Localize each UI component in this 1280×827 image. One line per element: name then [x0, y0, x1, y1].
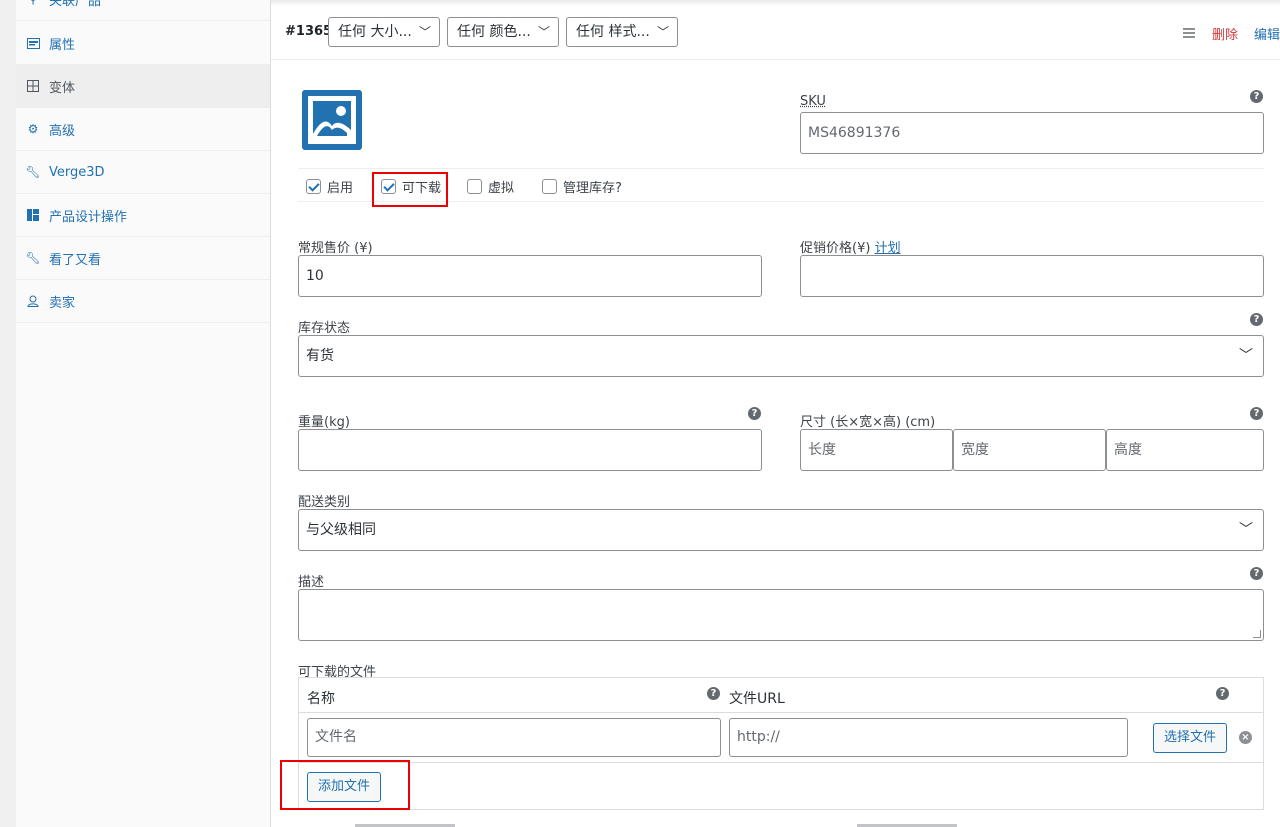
help-icon: ?	[707, 687, 720, 700]
variation-id: #1365	[285, 24, 333, 39]
schedule-link[interactable]: 计划	[875, 241, 901, 256]
chevron-down-icon: ﹀	[656, 25, 669, 39]
attribute-select-size[interactable]: 任何 大小... ﹀	[328, 17, 440, 47]
help-icon: ?	[1250, 313, 1263, 326]
sidebar-item-verge3d[interactable]: 🔧︎ Verge3D	[16, 151, 270, 194]
attribute-select-color[interactable]: 任何 颜色... ﹀	[447, 17, 559, 47]
drag-handle-icon[interactable]	[1183, 28, 1195, 40]
help-icon: ?	[1250, 567, 1263, 580]
sale-price-input[interactable]	[800, 255, 1264, 297]
sidebar-item-product-design[interactable]: 产品设计操作	[16, 194, 270, 237]
description-label: 描述	[298, 575, 325, 590]
length-input[interactable]: 长度	[800, 429, 953, 471]
name-column-header: 名称	[307, 691, 335, 707]
sidebar-item-label: 关联产品	[49, 0, 102, 9]
help-icon: ?	[748, 407, 761, 420]
sidebar-item-attributes[interactable]: 属性	[16, 22, 270, 65]
delete-variation-link[interactable]: 删除	[1212, 24, 1238, 43]
checkbox-unchecked[interactable]	[542, 179, 557, 194]
chevron-down-icon: ﹀	[1239, 522, 1253, 538]
variation-image-placeholder[interactable]	[302, 90, 362, 150]
resize-handle-icon[interactable]	[1253, 630, 1261, 638]
description-textarea[interactable]	[298, 589, 1264, 641]
sidebar-item-linked-products[interactable]: ⚲ 关联产品	[16, 0, 270, 21]
variation-panel: #1365 任何 大小... ﹀ 任何 颜色... ﹀ 任何 样式... ﹀ 删…	[271, 0, 1280, 827]
wrench-icon: 🔧︎	[25, 165, 41, 179]
highlight-box-downloadable	[372, 172, 448, 207]
link-icon: ⚲	[26, 0, 40, 6]
height-input[interactable]: 高度	[1106, 429, 1264, 471]
chevron-down-icon: ﹀	[1239, 348, 1253, 364]
product-data-tabs: ⚲ 关联产品 属性 变体 ⚙ 高级 🔧︎ Verge3D 产品设计操作 🔧︎ 看…	[16, 0, 271, 827]
chevron-down-icon: ﹀	[418, 25, 431, 39]
grid-icon	[26, 79, 40, 93]
attribute-select-style[interactable]: 任何 样式... ﹀	[566, 17, 678, 47]
table-row: 文件名 http:// 选择文件 ×	[299, 713, 1263, 763]
sidebar-item-label: 高级	[49, 123, 76, 139]
sku-label: SKU	[800, 94, 826, 109]
sidebar-item-label: 变体	[49, 80, 76, 96]
table-header: 名称 ? 文件URL ?	[299, 678, 1263, 713]
sku-input[interactable]: MS46891376	[800, 112, 1264, 154]
page-left-strip	[0, 0, 16, 827]
gear-icon: ⚙	[27, 122, 39, 136]
checkbox-unchecked[interactable]	[467, 179, 482, 194]
sale-price-label: 促销价格(¥) 计划	[800, 241, 901, 256]
shipping-class-label: 配送类别	[298, 495, 351, 510]
manage-stock-checkbox[interactable]: 管理库存?	[542, 177, 622, 196]
virtual-checkbox[interactable]: 虚拟	[467, 177, 514, 196]
regular-price-label: 常规售价 (¥)	[298, 241, 373, 256]
choose-file-button[interactable]: 选择文件	[1153, 723, 1228, 753]
wrench-icon: 🔧︎	[25, 251, 41, 265]
chevron-down-icon: ﹀	[537, 25, 550, 39]
image-icon	[308, 96, 356, 144]
user-icon	[26, 294, 40, 308]
sidebar-item-variations[interactable]: 变体	[16, 65, 270, 108]
highlight-box-add-file	[280, 760, 410, 810]
sidebar-item-label: 属性	[49, 37, 76, 53]
checkbox-checked[interactable]	[306, 179, 321, 194]
regular-price-input[interactable]: 10	[298, 255, 762, 297]
sidebar-item-vendor[interactable]: 卖家	[16, 280, 270, 323]
stock-status-select[interactable]: 有货 ﹀	[298, 335, 1264, 377]
file-name-input[interactable]: 文件名	[307, 718, 721, 757]
enabled-checkbox[interactable]: 启用	[306, 177, 353, 196]
width-input[interactable]: 宽度	[953, 429, 1106, 471]
weight-label: 重量(kg)	[298, 415, 350, 430]
sidebar-item-label: Verge3D	[49, 164, 105, 180]
sidebar-item-advanced[interactable]: ⚙ 高级	[16, 108, 270, 151]
help-icon: ?	[1250, 407, 1263, 420]
dimensions-label: 尺寸 (长×宽×高) (cm)	[800, 415, 936, 430]
layout-icon	[26, 208, 40, 222]
downloadable-files-table: 名称 ? 文件URL ? 文件名 http:// 选择文件 × 添加文件	[298, 677, 1264, 810]
file-url-input[interactable]: http://	[729, 718, 1128, 757]
sidebar-item-label: 产品设计操作	[49, 209, 128, 225]
shipping-class-select[interactable]: 与父级相同 ﹀	[298, 509, 1264, 551]
list-icon	[26, 36, 40, 50]
sidebar-item-label: 看了又看	[49, 252, 102, 268]
help-icon: ?	[1250, 90, 1263, 103]
url-column-header: 文件URL	[729, 691, 785, 707]
stock-status-label: 库存状态	[298, 321, 351, 336]
remove-file-icon[interactable]: ×	[1239, 731, 1252, 744]
sidebar-item-label: 卖家	[49, 295, 76, 311]
help-icon: ?	[1216, 687, 1229, 700]
weight-input[interactable]	[298, 429, 762, 471]
variation-header[interactable]: #1365 任何 大小... ﹀ 任何 颜色... ﹀ 任何 样式... ﹀ 删…	[271, 6, 1280, 60]
edit-variation-link[interactable]: 编辑	[1254, 24, 1280, 43]
sidebar-item-also-viewed[interactable]: 🔧︎ 看了又看	[16, 237, 270, 280]
